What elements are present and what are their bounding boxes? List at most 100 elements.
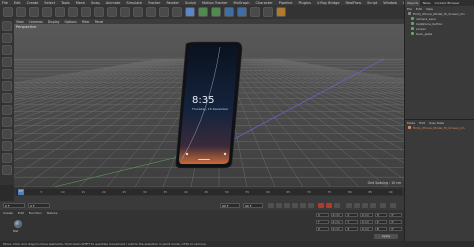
menu-item-window[interactable]: Window [383,1,397,5]
attributes-selected-object[interactable]: Finity_Phone_Model_Hi_Screen_On [405,125,474,130]
coord-size-field[interactable]: 0 cm [360,220,373,224]
coord-size-field[interactable]: 0 cm [360,227,373,231]
pla-key-icon[interactable] [380,203,386,208]
workplane-icon[interactable] [2,57,12,67]
make-editable-icon[interactable] [2,21,12,31]
coord-rotation-field[interactable]: 0° [389,220,403,224]
previous-keyframe-icon[interactable] [276,203,282,208]
menu-item-render[interactable]: Render [167,1,179,5]
start-frame-field[interactable]: 0 F [3,203,25,208]
perspective-viewport[interactable]: View Cameras Display Options Filter Pane… [14,19,404,187]
render-to-picture-viewer-icon[interactable] [159,7,169,17]
tab-content-browser[interactable]: Content Browser [433,0,462,6]
viewport-menu-filter[interactable]: Filter [82,20,90,24]
menu-item-realflow[interactable]: RealFlow [346,1,362,5]
mat-menu-texture[interactable]: Texture [47,211,58,215]
coord-rotation-field[interactable]: 0° [389,227,403,231]
recent-tools-icon[interactable] [81,7,91,17]
menu-item-simulate[interactable]: Simulate [126,1,141,5]
mat-menu-edit[interactable]: Edit [18,211,24,215]
play-forwards-icon[interactable] [292,203,298,208]
live-selection-icon[interactable] [29,7,39,17]
next-keyframe-icon[interactable] [300,203,306,208]
tab-takes[interactable]: Takes [420,0,432,6]
viewport-menu-display[interactable]: Display [48,20,60,24]
go-to-end-icon[interactable] [308,203,314,208]
menu-item-select[interactable]: Select [44,1,55,5]
record-keyframe-icon[interactable] [318,203,324,208]
coord-rotation-field[interactable]: 0° [389,213,403,217]
cube-icon[interactable] [185,7,195,17]
spline-pen-icon[interactable] [198,7,208,17]
end-frame-field[interactable]: 90 F [220,203,240,208]
go-to-start-icon[interactable] [268,203,274,208]
tweak-mode-icon[interactable] [2,117,12,127]
menu-item-mesh[interactable]: Mesh [76,1,85,5]
subdivision-surface-icon[interactable] [211,7,221,17]
floor-icon[interactable] [250,7,260,17]
om-menu-file[interactable]: File [407,7,412,11]
planar-workplane-icon[interactable] [2,153,12,163]
position-key-icon[interactable] [346,203,352,208]
viewport-menu-panel[interactable]: Panel [95,20,104,24]
solo-icon[interactable] [2,165,12,175]
y-axis-icon[interactable] [107,7,117,17]
am-menu-edit[interactable]: Edit [419,121,425,125]
z-axis-icon[interactable] [120,7,130,17]
polygons-mode-icon[interactable] [2,93,12,103]
menu-item-sculpt[interactable]: Sculpt [185,1,196,5]
scale-key-icon[interactable] [354,203,360,208]
coord-position-field[interactable]: 0 cm [330,213,344,217]
menu-item-motion-tracker[interactable]: Motion Tracker [202,1,228,5]
object-list-item[interactable]: back_plate [405,31,474,36]
coord-position-field[interactable]: 0 cm [330,227,344,231]
axis-mode-icon[interactable] [2,105,12,115]
menu-item-pipeline[interactable]: Pipeline [279,1,293,5]
redo-icon[interactable] [16,7,26,17]
snap-icon[interactable] [2,129,12,139]
phone-model[interactable]: 8:35 Thursday, 15 December [174,41,244,169]
mat-menu-create[interactable]: Create [3,211,13,215]
cloner-icon[interactable] [224,7,234,17]
menu-item-tracker[interactable]: Tracker [148,1,161,5]
menu-item-edit[interactable]: Edit [14,1,21,5]
menu-item-create[interactable]: Create [27,1,39,5]
deformer-icon[interactable] [237,7,247,17]
parameter-key-icon[interactable] [370,203,376,208]
am-menu-user-data[interactable]: User Data [429,121,444,125]
menu-item-animate[interactable]: Animate [106,1,121,5]
menu-item-plugins[interactable]: Plugins [298,1,311,5]
scale-icon[interactable] [55,7,65,17]
menu-item-script[interactable]: Script [367,1,377,5]
render-view-icon[interactable] [146,7,156,17]
mat-menu-function[interactable]: Function [29,211,42,215]
coordinate-system-icon[interactable] [133,7,143,17]
om-menu-view[interactable]: View [426,7,433,11]
rotate-icon[interactable] [68,7,78,17]
viewport-menu-view[interactable]: View [16,20,24,24]
autokeying-icon[interactable] [326,203,332,208]
apply-button[interactable]: Apply [374,234,398,239]
current-frame-field[interactable]: 0 F [28,203,50,208]
viewport-menu-options[interactable]: Options [65,20,77,24]
texture-mode-icon[interactable] [2,45,12,55]
camera-icon[interactable] [263,7,273,17]
move-icon[interactable] [42,7,52,17]
points-mode-icon[interactable] [2,69,12,79]
menu-item-v-ray-bridge[interactable]: V-Ray Bridge [317,1,340,5]
edges-mode-icon[interactable] [2,81,12,91]
menu-item-tools[interactable]: Tools [61,1,70,5]
timeline-menu-icon[interactable] [390,203,396,208]
x-axis-icon[interactable] [94,7,104,17]
object-list-item[interactable]: Finity_Phone_Model_Hi_Screen_On [405,11,474,16]
coord-position-field[interactable]: 0 cm [330,220,344,224]
menu-item-mograph[interactable]: MoGraph [234,1,250,5]
menu-item-snap[interactable]: Snap [91,1,100,5]
lock-workplane-icon[interactable] [2,141,12,151]
menu-item-character[interactable]: Character [255,1,272,5]
tab-objects[interactable]: Objects [405,0,421,6]
model-mode-icon[interactable] [2,33,12,43]
light-icon[interactable] [276,7,286,17]
rotation-key-icon[interactable] [362,203,368,208]
om-menu-edit[interactable]: Edit [416,7,422,11]
